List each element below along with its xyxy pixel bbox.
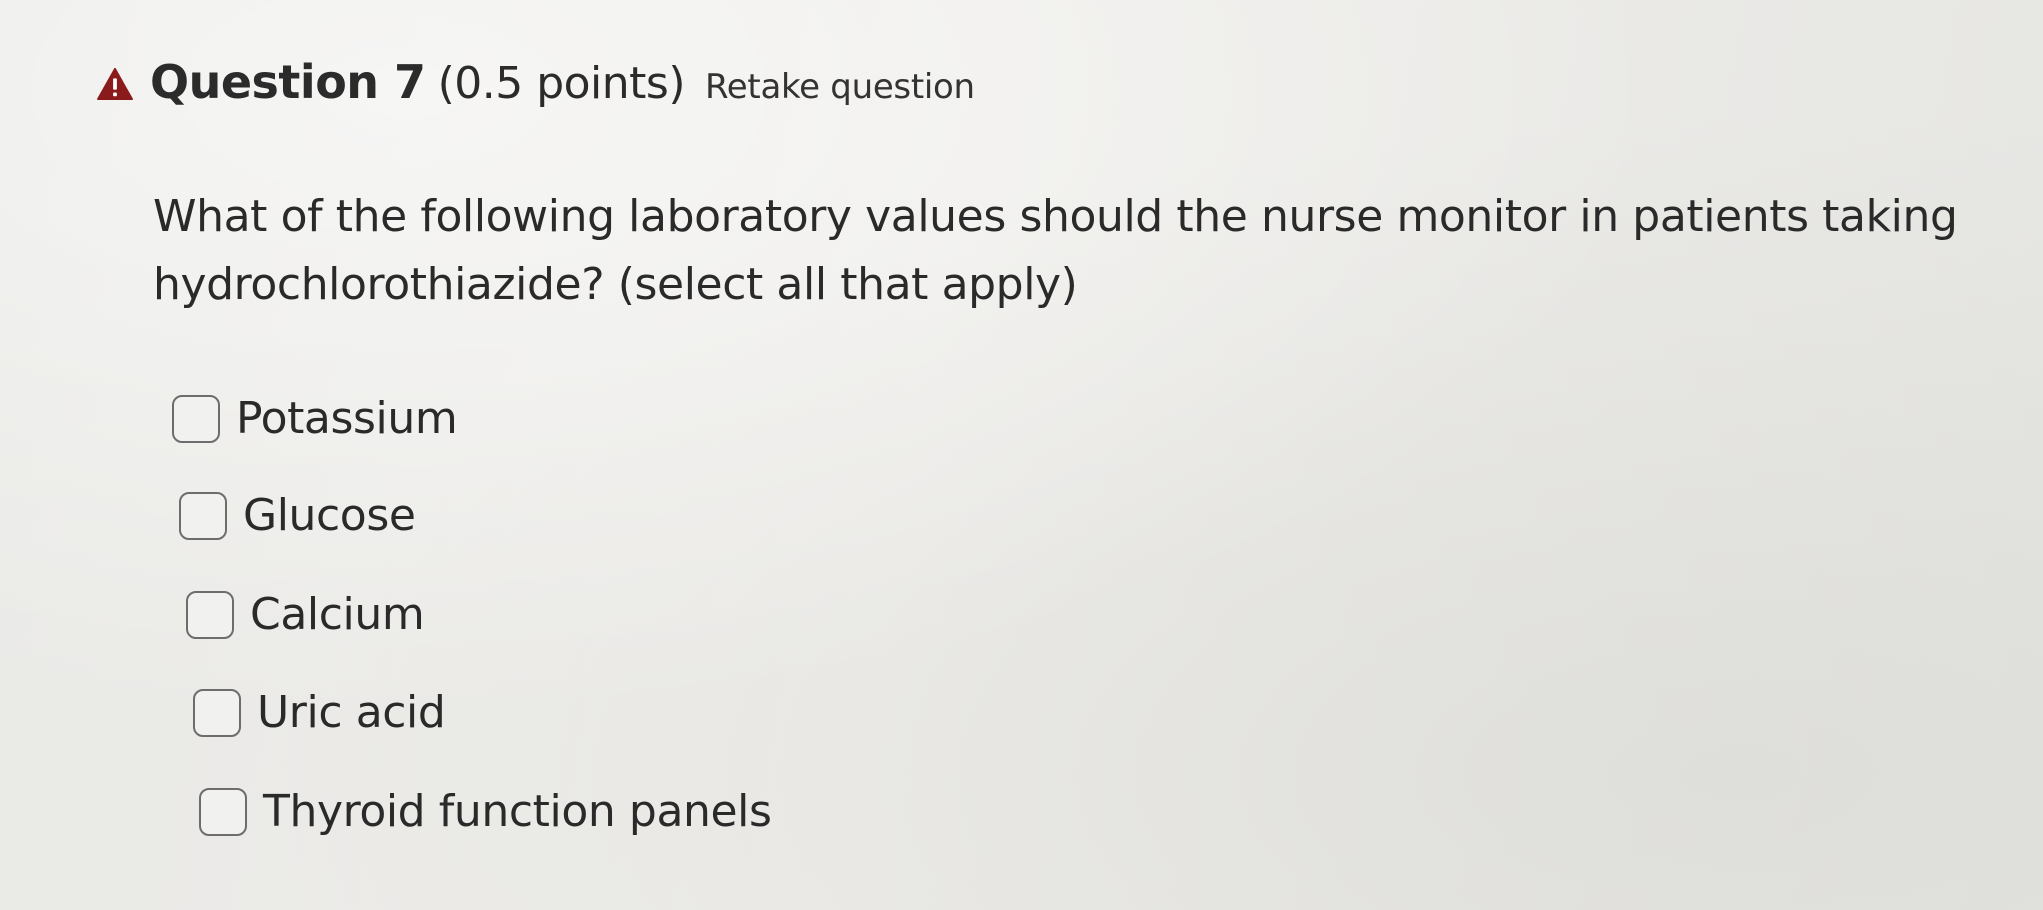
option-label: Glucose — [243, 490, 416, 541]
question-title: Question 7 — [150, 55, 426, 109]
warning-triangle-icon — [97, 67, 133, 101]
question-text: What of the following laboratory values … — [153, 191, 1958, 310]
checkbox[interactable] — [179, 491, 227, 540]
option-label: Uric acid — [257, 687, 446, 738]
quiz-question: Question 7 (0.5 points) Retake question … — [0, 0, 2043, 910]
option-calcium[interactable]: Calcium — [186, 589, 425, 640]
option-thyroid-function-panels[interactable]: Thyroid function panels — [199, 786, 772, 837]
option-glucose[interactable]: Glucose — [179, 490, 416, 541]
option-potassium[interactable]: Potassium — [172, 393, 458, 444]
checkbox[interactable] — [199, 787, 247, 836]
retake-question-link[interactable]: Retake question — [705, 67, 975, 107]
question-points: (0.5 points) — [437, 58, 686, 109]
option-uric-acid[interactable]: Uric acid — [193, 687, 446, 738]
option-label: Potassium — [236, 393, 458, 444]
option-label: Thyroid function panels — [263, 786, 772, 837]
checkbox[interactable] — [172, 394, 220, 443]
checkbox[interactable] — [186, 590, 234, 639]
option-label: Calcium — [250, 589, 425, 640]
question-header: Question 7 (0.5 points) Retake question — [96, 55, 975, 109]
checkbox[interactable] — [193, 688, 241, 737]
